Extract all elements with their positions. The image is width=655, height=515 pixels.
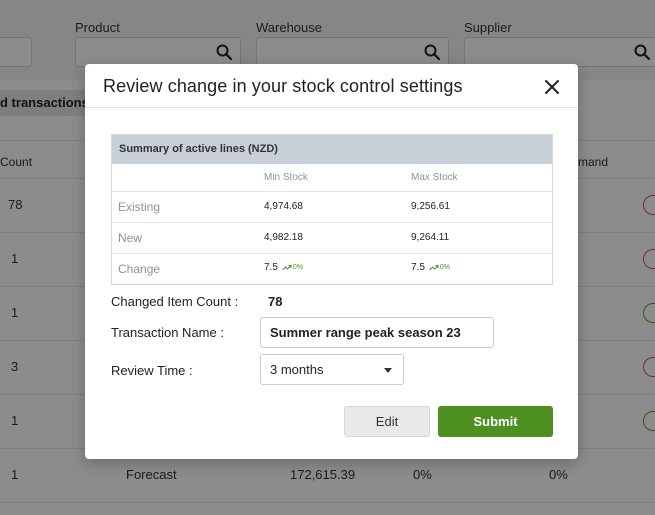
min-stock-change: 7.5 0% — [264, 262, 303, 273]
summary-row-change: Change 7.5 0% 7.5 0% — [112, 253, 552, 284]
transaction-name-label: Transaction Name : — [111, 325, 224, 340]
row-label: Change — [118, 262, 161, 276]
min-stock-value: 4,974.68 — [264, 201, 303, 212]
row-label: Existing — [118, 200, 161, 214]
column-max-stock: Max Stock — [411, 172, 458, 183]
chevron-down-icon — [384, 368, 392, 373]
min-stock-value: 4,982.18 — [264, 232, 303, 243]
change-percent: 0% — [429, 264, 450, 271]
review-time-select[interactable]: 3 months — [260, 354, 404, 385]
changed-item-count-label: Changed Item Count : — [111, 294, 239, 309]
changed-item-count-value: 78 — [268, 294, 283, 309]
summary-heading: Summary of active lines (NZD) — [112, 135, 552, 164]
dialog-divider — [85, 107, 578, 108]
review-change-dialog: Review change in your stock control sett… — [85, 64, 578, 459]
change-percent-value: 0% — [292, 264, 304, 271]
summary-column-headers: Min Stock Max Stock — [112, 164, 552, 191]
change-percent: 0% — [282, 264, 303, 271]
review-time-value: 3 months — [270, 362, 324, 377]
review-time-label: Review Time : — [111, 363, 193, 378]
trend-up-icon — [429, 264, 439, 271]
close-icon[interactable] — [544, 79, 560, 95]
change-value: 7.5 — [411, 262, 425, 273]
transaction-name-input[interactable]: Summer range peak season 23 — [260, 317, 494, 348]
row-label: New — [118, 231, 143, 245]
edit-button[interactable]: Edit — [344, 406, 430, 437]
change-value: 7.5 — [264, 262, 278, 273]
submit-button[interactable]: Submit — [438, 406, 553, 437]
max-stock-change: 7.5 0% — [411, 262, 450, 273]
change-percent-value: 0% — [439, 264, 451, 271]
column-min-stock: Min Stock — [264, 172, 308, 183]
dialog-title: Review change in your stock control sett… — [103, 76, 463, 96]
max-stock-value: 9,256.61 — [411, 201, 450, 212]
summary-row-existing: Existing 4,974.68 9,256.61 — [112, 191, 552, 222]
summary-row-new: New 4,982.18 9,264.11 — [112, 222, 552, 253]
trend-up-icon — [282, 264, 292, 271]
summary-table: Summary of active lines (NZD) Min Stock … — [111, 134, 553, 285]
max-stock-value: 9,264.11 — [411, 232, 450, 243]
